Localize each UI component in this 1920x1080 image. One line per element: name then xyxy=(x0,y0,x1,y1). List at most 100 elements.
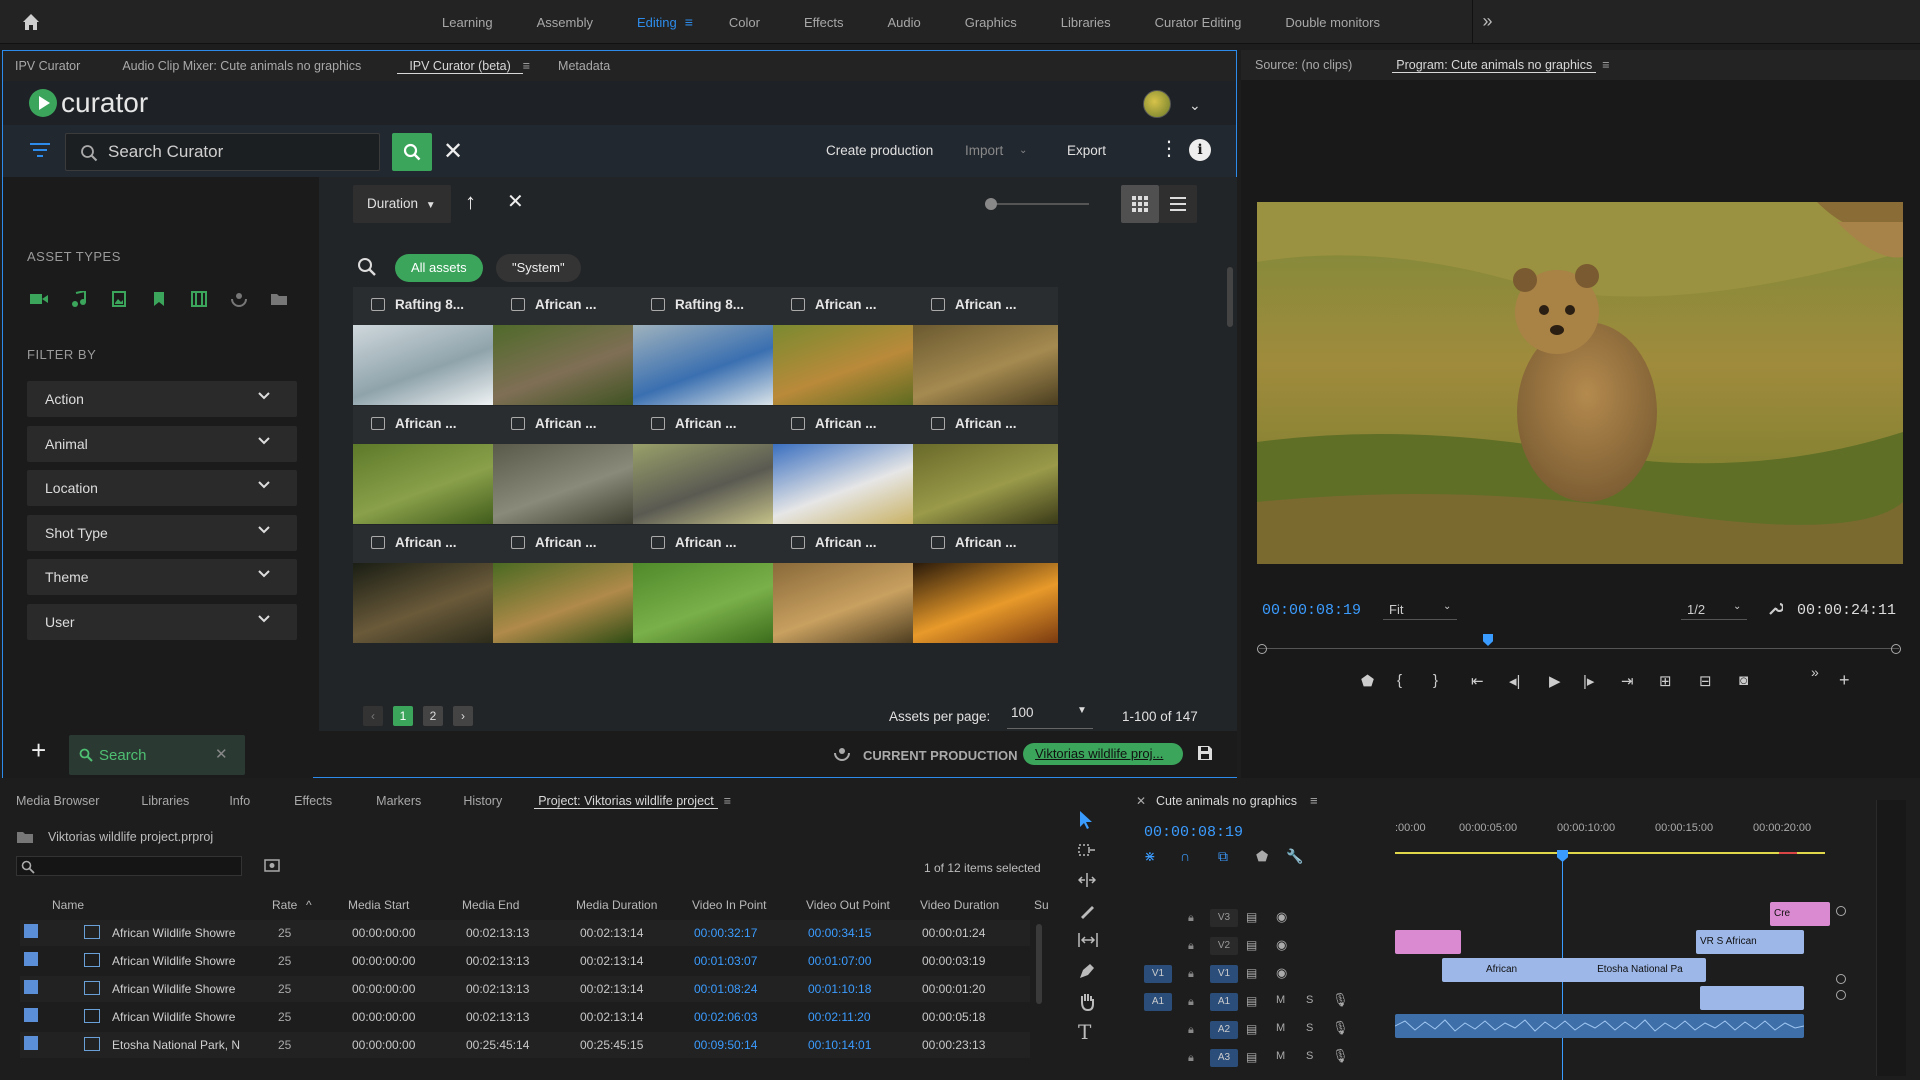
resolution-select[interactable]: 1/2 ⌄ xyxy=(1681,598,1747,620)
current-production-pill[interactable]: Viktorias wildlife proj... xyxy=(1023,743,1183,765)
more-controls-icon[interactable]: » xyxy=(1811,664,1819,680)
audio-type-icon[interactable] xyxy=(69,289,89,309)
table-row[interactable]: African Wildlife Showre 25 00:00:00:00 00:0… xyxy=(20,920,1030,946)
column-video-in[interactable]: Video In Point xyxy=(692,898,767,912)
home-icon[interactable] xyxy=(20,11,42,33)
saved-search-button[interactable]: Search ✕ xyxy=(69,735,245,775)
lock-icon[interactable]: 🔒︎ xyxy=(1188,1052,1194,1065)
system-pill[interactable]: "System" xyxy=(496,254,581,282)
row-video-in[interactable]: 00:01:03:07 xyxy=(694,954,757,968)
eye-icon[interactable]: ◉ xyxy=(1276,909,1287,925)
tab-program[interactable]: Program: Cute animals no graphics xyxy=(1392,58,1597,73)
filter-shot-type[interactable]: Shot Type xyxy=(27,515,297,551)
info-icon[interactable]: i xyxy=(1189,139,1211,161)
timeline-zoom-handle[interactable] xyxy=(1836,990,1846,1000)
solo-button[interactable]: S xyxy=(1306,994,1313,1006)
tab-media-browser[interactable]: Media Browser xyxy=(0,794,115,808)
assets-per-page-select[interactable]: 100 ▼ xyxy=(1007,699,1093,729)
track-v2-label[interactable]: V2 xyxy=(1210,937,1238,955)
workspace-tab-curator-editing[interactable]: Curator Editing xyxy=(1133,15,1264,30)
row-video-in[interactable]: 00:01:08:24 xyxy=(694,982,757,996)
asset-card[interactable]: African ... xyxy=(913,406,1058,524)
nest-icon[interactable]: ⋇ xyxy=(1144,848,1156,865)
table-row[interactable]: Etosha National Park, N 25 00:00:00:00 00:2… xyxy=(20,1032,1030,1058)
eye-icon[interactable]: ◉ xyxy=(1276,965,1287,981)
row-video-out[interactable]: 00:01:10:18 xyxy=(808,982,871,996)
clip-v2-graphic[interactable] xyxy=(1395,930,1461,954)
asset-card[interactable]: African ... xyxy=(773,406,918,524)
close-icon[interactable]: ✕ xyxy=(215,745,228,763)
more-workspaces-icon[interactable]: » xyxy=(1472,0,1502,44)
tab-project[interactable]: Project: Viktorias wildlife project xyxy=(534,794,718,809)
tab-effects[interactable]: Effects xyxy=(278,794,348,808)
filter-action[interactable]: Action xyxy=(27,381,297,417)
asset-card[interactable]: African ... xyxy=(633,525,778,643)
workspace-tab-libraries[interactable]: Libraries xyxy=(1039,15,1133,30)
asset-card[interactable]: African ... xyxy=(773,525,918,643)
mark-in-icon[interactable]: { xyxy=(1397,672,1402,689)
row-video-out[interactable]: 00:01:07:00 xyxy=(808,954,871,968)
row-video-out[interactable]: 00:10:14:01 xyxy=(808,1038,871,1052)
image-type-icon[interactable] xyxy=(109,289,129,309)
tab-markers[interactable]: Markers xyxy=(360,794,437,808)
tab-menu-icon[interactable]: ≡ xyxy=(523,59,536,73)
slip-icon[interactable] xyxy=(1078,932,1098,948)
column-rate[interactable]: Rate xyxy=(272,898,297,912)
monitor-scrubber[interactable] xyxy=(1257,630,1901,654)
sync-lock-icon[interactable]: ▤ xyxy=(1246,1050,1257,1064)
workspace-tab-double-monitors[interactable]: Double monitors xyxy=(1263,15,1402,30)
workspace-tab-color[interactable]: Color xyxy=(707,15,782,30)
timeline-timecode[interactable]: 00:00:08:19 xyxy=(1144,824,1243,841)
go-to-in-icon[interactable]: ⇤ xyxy=(1471,672,1484,690)
playhead-icon[interactable] xyxy=(1483,634,1493,646)
timeline-zoom-handle[interactable] xyxy=(1836,974,1846,984)
clip-v1-african[interactable]: African Etosha National Pa xyxy=(1442,958,1706,982)
asset-card[interactable]: African ... xyxy=(493,287,638,405)
solo-button[interactable]: S xyxy=(1306,1022,1313,1034)
sequence-tab[interactable]: Cute animals no graphics xyxy=(1156,794,1297,808)
filter-animal[interactable]: Animal xyxy=(27,426,297,462)
eye-icon[interactable]: ◉ xyxy=(1276,937,1287,953)
sync-lock-icon[interactable]: ▤ xyxy=(1246,966,1257,980)
import-button[interactable]: Import xyxy=(965,143,1003,158)
program-video-frame[interactable] xyxy=(1257,202,1903,564)
add-icon[interactable]: + xyxy=(31,735,46,766)
export-button[interactable]: Export xyxy=(1067,143,1106,158)
asset-card[interactable]: African ... xyxy=(913,525,1058,643)
filter-theme[interactable]: Theme xyxy=(27,559,297,595)
user-avatar[interactable] xyxy=(1143,90,1171,118)
filter-location[interactable]: Location xyxy=(27,470,297,506)
microphone-icon[interactable]: 🎙︎ xyxy=(1332,992,1349,1008)
workspace-tab-effects[interactable]: Effects xyxy=(782,15,866,30)
insert-icon[interactable]: ⊞ xyxy=(1659,672,1672,690)
workspace-menu-icon[interactable]: ≡ xyxy=(685,14,707,30)
step-back-icon[interactable]: ◂| xyxy=(1509,672,1520,690)
prev-page-icon[interactable]: ‹ xyxy=(363,706,383,726)
asset-card[interactable]: African ... xyxy=(773,287,918,405)
clear-sort-icon[interactable]: ✕ xyxy=(507,189,524,214)
search-button[interactable] xyxy=(392,133,432,171)
track-select-icon[interactable] xyxy=(1078,842,1096,858)
asset-card[interactable]: African ... xyxy=(353,525,498,643)
search-icon[interactable] xyxy=(357,257,377,277)
grid-view-icon[interactable] xyxy=(1121,185,1159,223)
track-a2-label[interactable]: A2 xyxy=(1210,1021,1238,1039)
sort-ascending-icon[interactable]: ↑ xyxy=(465,189,476,215)
pen-icon[interactable] xyxy=(1078,962,1096,980)
overwrite-icon[interactable]: ⊟ xyxy=(1699,672,1712,690)
page-1[interactable]: 1 xyxy=(393,706,413,726)
zoom-fit-select[interactable]: Fit ⌄ xyxy=(1383,598,1457,620)
wrench-icon[interactable]: 🔧 xyxy=(1286,848,1303,865)
save-icon[interactable] xyxy=(1197,745,1213,761)
go-to-out-icon[interactable]: ⇥ xyxy=(1621,672,1634,690)
row-label-color[interactable] xyxy=(24,952,38,966)
sync-lock-icon[interactable]: ▤ xyxy=(1246,910,1257,924)
mute-button[interactable]: M xyxy=(1276,1050,1285,1062)
sort-ascending-icon[interactable]: ^ xyxy=(306,898,312,912)
next-page-icon[interactable]: › xyxy=(453,706,473,726)
hand-icon[interactable] xyxy=(1078,992,1096,1012)
bookmark-type-icon[interactable] xyxy=(149,289,169,309)
clip-a2-audio[interactable] xyxy=(1395,1014,1804,1038)
table-row[interactable]: African Wildlife Showre 25 00:00:00:00 00:0… xyxy=(20,1004,1030,1030)
tab-metadata[interactable]: Metadata xyxy=(546,59,622,73)
